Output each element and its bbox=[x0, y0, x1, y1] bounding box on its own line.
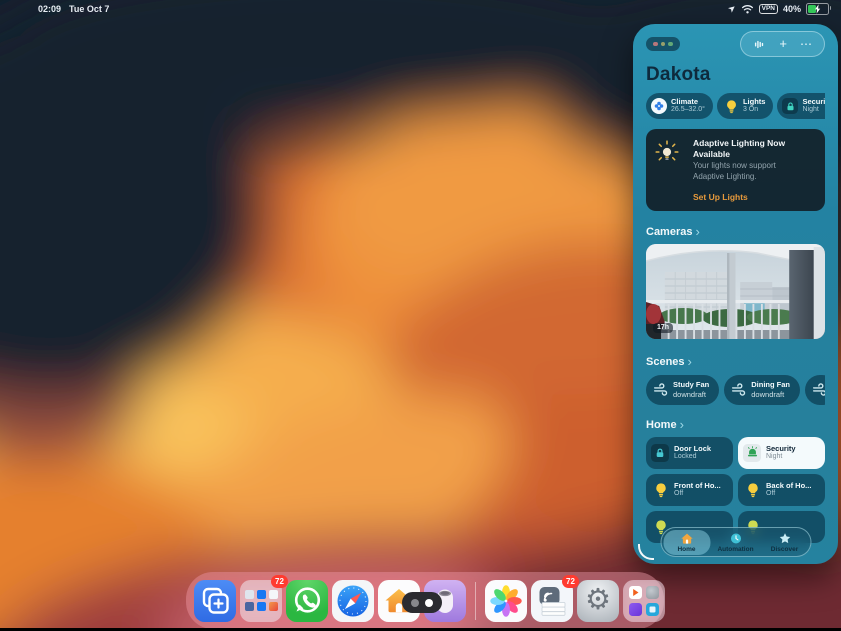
more-button[interactable]: ⋯ bbox=[800, 38, 812, 50]
folder-mini-icons bbox=[245, 590, 278, 611]
notice-line2: Adaptive Lighting. bbox=[693, 172, 757, 181]
gear-icon: ⚙ bbox=[585, 586, 611, 615]
camera-age-badge: 17h bbox=[653, 323, 673, 333]
home-app-panel: + ⋯ Dakota Climate26.5–32.0° Lights3 On … bbox=[633, 24, 838, 564]
front-lights-tile[interactable]: Front of Ho...Off bbox=[646, 474, 733, 506]
utilities-folder[interactable] bbox=[623, 580, 665, 622]
add-squares-glyph bbox=[194, 580, 236, 622]
home-app-tab-bar: Home Automation Discover bbox=[660, 527, 811, 557]
folder-mini-icons bbox=[629, 586, 659, 616]
ipad-screen: 02:09 Tue Oct 7 ➤ VPN 40% bbox=[0, 0, 841, 631]
lights-pill[interactable]: Lights3 On bbox=[717, 93, 774, 119]
page-dot-active bbox=[425, 599, 433, 607]
page-indicator-pill[interactable] bbox=[402, 592, 442, 613]
whatsapp-glyph bbox=[286, 580, 328, 622]
lock-icon bbox=[785, 101, 796, 112]
dock-divider bbox=[475, 582, 476, 620]
lightbulb-icon bbox=[745, 482, 761, 498]
notification-badge: 72 bbox=[562, 575, 579, 588]
lightbulb-icon bbox=[724, 99, 739, 114]
photos-flower-glyph bbox=[485, 580, 527, 622]
adaptive-lighting-card: Adaptive Lighting Now Available Your lig… bbox=[646, 129, 825, 211]
social-apps-folder[interactable]: 72 bbox=[240, 580, 282, 622]
compass-glyph bbox=[332, 580, 374, 622]
status-bar: 02:09 Tue Oct 7 ➤ VPN 40% bbox=[0, 0, 841, 17]
star-icon bbox=[778, 532, 791, 545]
clock-icon bbox=[729, 532, 742, 545]
header-actions: + ⋯ bbox=[740, 31, 825, 57]
house-icon bbox=[680, 532, 693, 545]
window-dot-yellow bbox=[661, 42, 666, 47]
wifi-icon bbox=[741, 4, 754, 14]
photos-app-icon[interactable] bbox=[485, 580, 527, 622]
notice-title: Adaptive Lighting Now Available bbox=[693, 138, 815, 159]
battery-percent: 40% bbox=[783, 4, 801, 14]
wind-icon bbox=[812, 382, 825, 397]
window-dot-red bbox=[653, 42, 658, 47]
chevron-right-icon: › bbox=[695, 225, 699, 238]
camera-image bbox=[646, 244, 825, 339]
app-icon-blue-add-squares[interactable] bbox=[194, 580, 236, 622]
set-up-lights-button[interactable]: Set Up Lights bbox=[693, 192, 815, 202]
camera-snapshot[interactable]: 17h bbox=[646, 244, 825, 339]
clock-date: Tue Oct 7 bbox=[69, 4, 109, 14]
window-controls[interactable] bbox=[646, 37, 680, 52]
page-dot-inactive bbox=[411, 599, 419, 607]
lock-icon bbox=[654, 447, 666, 459]
door-lock-tile[interactable]: Door LockLocked bbox=[646, 437, 733, 469]
home-title: Dakota bbox=[646, 64, 825, 86]
scene-partial[interactable] bbox=[805, 375, 825, 405]
home-section-header[interactable]: Home › bbox=[646, 419, 825, 431]
vpn-badge: VPN bbox=[759, 4, 778, 14]
clock-time: 02:09 bbox=[38, 4, 61, 14]
add-button[interactable]: + bbox=[779, 37, 787, 50]
climate-pill[interactable]: Climate26.5–32.0° bbox=[646, 93, 713, 119]
notification-badge: 72 bbox=[271, 575, 288, 588]
siren-icon bbox=[746, 446, 759, 459]
battery-icon bbox=[806, 3, 829, 15]
wind-icon bbox=[653, 382, 668, 397]
notice-line1: Your lights now support bbox=[693, 161, 776, 170]
security-tile[interactable]: SecurityNight bbox=[738, 437, 825, 469]
scene-study-fan[interactable]: Study Fandowndraft bbox=[646, 375, 719, 405]
tab-discover[interactable]: Discover bbox=[761, 530, 808, 555]
climate-fan-icon bbox=[653, 100, 665, 112]
wind-icon bbox=[731, 382, 746, 397]
location-icon: ➤ bbox=[727, 3, 737, 13]
lightbulb-icon bbox=[653, 482, 669, 498]
cameras-section-header[interactable]: Cameras › bbox=[646, 226, 825, 238]
chevron-right-icon: › bbox=[688, 355, 692, 368]
scenes-section-header[interactable]: Scenes › bbox=[646, 356, 825, 368]
status-pills-row: Climate26.5–32.0° Lights3 On SecurityNig… bbox=[646, 93, 825, 119]
rss-reader-app-icon[interactable]: 72 bbox=[531, 580, 573, 622]
whatsapp-app-icon[interactable] bbox=[286, 580, 328, 622]
tab-home[interactable]: Home bbox=[663, 530, 710, 555]
back-lights-tile[interactable]: Back of Ho...Off bbox=[738, 474, 825, 506]
adaptive-lighting-icon bbox=[655, 140, 679, 164]
panel-corner-handle[interactable] bbox=[638, 544, 654, 560]
tab-automation[interactable]: Automation bbox=[712, 530, 759, 555]
chevron-right-icon: › bbox=[680, 418, 684, 431]
security-pill[interactable]: SecurityNight bbox=[777, 93, 825, 119]
scene-dining-fan[interactable]: Dining Fandowndraft bbox=[724, 375, 800, 405]
window-dot-green bbox=[668, 42, 673, 47]
safari-app-icon[interactable] bbox=[332, 580, 374, 622]
settings-app-icon[interactable]: ⚙ bbox=[577, 580, 619, 622]
intercom-icon[interactable] bbox=[753, 38, 766, 51]
scenes-row: Study Fandowndraft Dining Fandowndraft bbox=[646, 375, 825, 405]
